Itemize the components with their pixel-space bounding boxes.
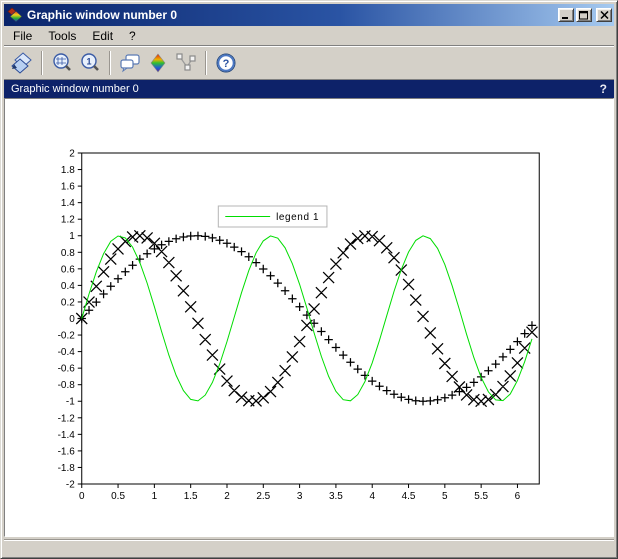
y-tick-label: 1.6 [61,182,75,193]
y-tick-label: 1 [69,231,75,242]
ged-editor-button[interactable] [116,50,144,76]
y-tick-label: -1.4 [58,430,76,441]
legend-label: legend 1 [276,212,319,223]
zoom-area-button[interactable] [48,50,76,76]
x-tick-label: 3 [297,491,303,502]
x-tick-label: 1 [152,491,158,502]
datatip-graph-icon [175,52,197,74]
figure-info-bar: Graphic window number 0 ? [4,80,614,98]
minimize-icon [561,11,571,20]
window-title: Graphic window number 0 [27,8,556,22]
close-button[interactable] [596,8,612,22]
y-tick-label: 0.8 [61,248,75,259]
x-tick-label: 5.5 [474,491,488,502]
rotate-button[interactable] [8,50,36,76]
x-tick-label: 6 [515,491,521,502]
menu-help[interactable]: ? [121,27,144,45]
x-tick-label: 2.5 [256,491,270,502]
y-tick-label: -0.6 [58,364,76,375]
y-tick-label: -0.2 [58,331,76,342]
x-tick-label: 4.5 [402,491,416,502]
y-tick-label: -1 [66,397,75,408]
y-tick-label: -1.2 [58,413,76,424]
y-tick-label: 1.2 [61,215,75,226]
y-tick-label: -1.6 [58,446,76,457]
x-tick-label: 5 [442,491,448,502]
help-button[interactable]: ? [212,50,240,76]
y-tick-label: -0.8 [58,380,76,391]
y-tick-label: 0 [69,314,75,325]
maximize-button[interactable] [576,8,592,22]
y-tick-label: 0.4 [61,281,75,292]
series-sin-x-plus-markers [78,232,537,406]
x-tick-label: 4 [369,491,375,502]
status-bar [4,539,614,555]
zoom-reset-button[interactable]: 1 [76,50,104,76]
toolbar-separator [109,51,111,75]
y-tick-label: 0.2 [61,297,75,308]
colormap-button[interactable] [144,50,172,76]
figure-title: Graphic window number 0 [11,83,139,95]
plot-box [82,153,539,484]
y-tick-label: -0.4 [58,347,76,358]
minimize-button[interactable] [558,8,574,22]
zoom-area-icon [51,52,73,74]
plot-canvas[interactable]: 0 0.5 1 1.5 2 2.5 3 3.5 4 4.5 5 5.5 6 2 1.8 1.6 1.4 1.2 1 0… [4,98,614,537]
title-bar[interactable]: Graphic window number 0 [4,4,614,26]
toolbar-separator [205,51,207,75]
zoom-reset-icon: 1 [79,52,101,74]
menu-tools[interactable]: Tools [40,27,84,45]
y-tick-label: 0.6 [61,264,75,275]
toolbar-separator [41,51,43,75]
window-controls [556,8,612,22]
menu-file[interactable]: File [5,27,40,45]
x-tick-label: 0.5 [111,491,125,502]
y-tick-label: 2 [69,148,75,159]
y-tick-label: -1.8 [58,463,76,474]
datatip-graph-button[interactable] [172,50,200,76]
graphic-window: Graphic window number 0 File Tools Edit … [0,0,618,559]
y-tick-label: 1.4 [61,198,75,209]
svg-text:?: ? [223,58,230,70]
infobar-help[interactable]: ? [600,82,607,96]
x-tick-label: 2 [224,491,230,502]
x-tick-label: 0 [79,491,85,502]
x-tick-label: 1.5 [184,491,198,502]
plot-svg: 0 0.5 1 1.5 2 2.5 3 3.5 4 4.5 5 5.5 6 2 1.8 1.6 1.4 1.2 1 0… [5,99,613,536]
close-icon [600,11,609,19]
colormap-icon [147,52,169,74]
help-icon: ? [215,52,237,74]
rotate-icon [11,52,33,74]
y-tick-label: -2 [66,479,75,490]
x-tick-label: 3.5 [329,491,343,502]
menu-edit[interactable]: Edit [84,27,121,45]
scilab-icon [7,7,23,23]
toolbar: 1 [4,46,614,80]
svg-text:1: 1 [86,56,91,66]
y-tick-label: 1.8 [61,165,75,176]
menu-bar: File Tools Edit ? [4,26,614,46]
ged-editor-icon [119,52,141,74]
maximize-icon [579,11,589,20]
